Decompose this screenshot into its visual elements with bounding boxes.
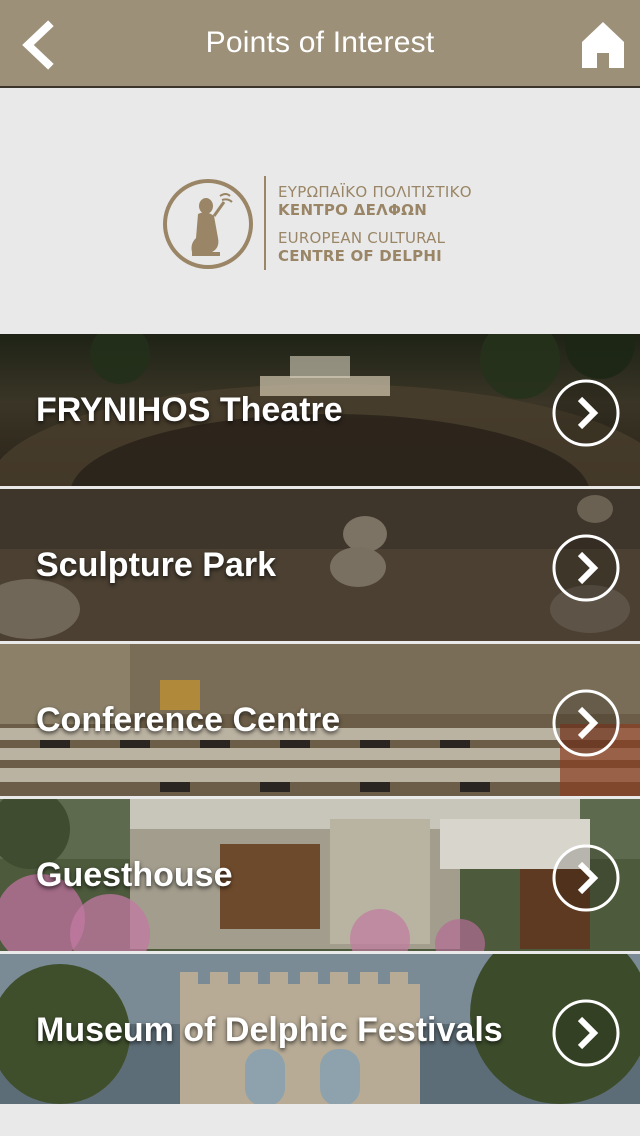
poi-item-label: FRYNIHOS Theatre [36, 391, 343, 429]
poi-item-label: Sculpture Park [36, 546, 276, 584]
logo-line-english-1: EUROPEAN CULTURAL [278, 229, 446, 247]
poi-item-label: Museum of Delphic Festivals [36, 1011, 503, 1049]
chevron-right-circle-icon[interactable] [552, 844, 620, 912]
delphi-logo-icon [163, 179, 253, 269]
poi-item-conference-centre[interactable]: Conference Centre [0, 644, 640, 796]
bottom-spacer [0, 1104, 640, 1136]
logo-line-greek-1: ΕΥΡΩΠΑΪΚΟ ΠΟΛΙΤΙΣΤΙΚΟ [278, 183, 472, 201]
poi-item-frynihos-theatre[interactable]: FRYNIHOS Theatre [0, 334, 640, 486]
poi-item-label: Guesthouse [36, 856, 233, 894]
logo-text: ΕΥΡΩΠΑΪΚΟ ΠΟΛΙΤΙΣΤΙΚΟ ΚΕΝΤΡΟ ΔΕΛΦΩΝ EURO… [278, 183, 472, 265]
poi-item-museum-delphic-festivals[interactable]: Museum of Delphic Festivals [0, 954, 640, 1106]
nav-bar: Points of Interest [0, 0, 640, 88]
logo-banner: ΕΥΡΩΠΑΪΚΟ ΠΟΛΙΤΙΣΤΙΚΟ ΚΕΝΤΡΟ ΔΕΛΦΩΝ EURO… [0, 88, 640, 334]
chevron-right-circle-icon[interactable] [552, 534, 620, 602]
chevron-right-circle-icon[interactable] [552, 999, 620, 1067]
home-icon[interactable] [580, 20, 626, 70]
chevron-right-circle-icon[interactable] [552, 689, 620, 757]
page-title: Points of Interest [205, 26, 435, 59]
poi-list: FRYNIHOS Theatre Sculpture Park Conferen… [0, 334, 640, 1109]
poi-item-sculpture-park[interactable]: Sculpture Park [0, 489, 640, 641]
poi-item-label: Conference Centre [36, 701, 341, 739]
logo-divider [264, 176, 266, 270]
poi-item-guesthouse[interactable]: Guesthouse [0, 799, 640, 951]
chevron-right-circle-icon[interactable] [552, 379, 620, 447]
logo-line-english-2: CENTRE OF DELPHI [278, 247, 442, 265]
logo-line-greek-2: ΚΕΝΤΡΟ ΔΕΛΦΩΝ [278, 201, 428, 219]
